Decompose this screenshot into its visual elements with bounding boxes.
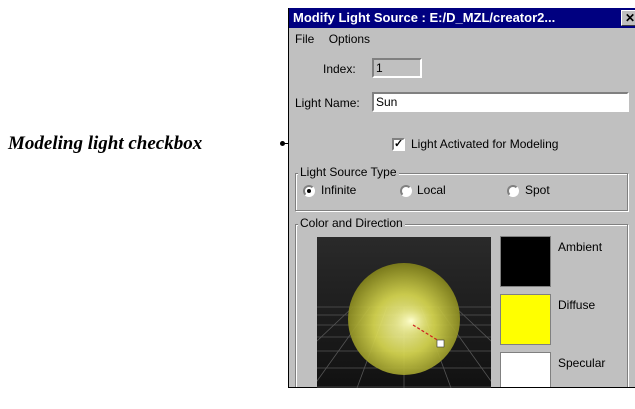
color-direction-title: Color and Direction	[298, 216, 405, 230]
radio-infinite[interactable]	[303, 185, 315, 197]
light-direction-handle[interactable]	[436, 339, 445, 348]
diffuse-swatch[interactable]	[500, 294, 551, 345]
light-activated-label[interactable]: Light Activated for Modeling	[411, 137, 558, 151]
index-field: 1	[372, 58, 422, 78]
light-direction-preview[interactable]	[317, 237, 491, 388]
menu-options[interactable]: Options	[324, 29, 375, 49]
menu-bar: File Options	[289, 29, 635, 49]
specular-label: Specular	[558, 356, 606, 370]
radio-local-label[interactable]: Local	[417, 183, 446, 197]
light-source-type-title: Light Source Type	[298, 165, 399, 179]
menu-file[interactable]: File	[290, 29, 319, 49]
diffuse-label: Diffuse	[558, 298, 596, 312]
close-button[interactable]: ✕	[621, 10, 635, 26]
title-bar[interactable]: Modify Light Source : E:/D_MZL/creator2.…	[289, 8, 635, 28]
index-label: Index:	[323, 62, 356, 76]
light-activated-checkbox[interactable]: ✓	[392, 138, 405, 151]
radio-local[interactable]	[400, 185, 412, 197]
ambient-swatch[interactable]	[500, 236, 551, 287]
light-name-label: Light Name:	[295, 96, 360, 110]
callout-label: Modeling light checkbox	[8, 133, 203, 154]
window-title: Modify Light Source : E:/D_MZL/creator2.…	[293, 10, 556, 25]
radio-infinite-label[interactable]: Infinite	[321, 183, 356, 197]
radio-spot-label[interactable]: Spot	[525, 183, 550, 197]
ambient-label: Ambient	[558, 240, 603, 254]
specular-swatch[interactable]	[500, 352, 551, 387]
light-name-input[interactable]: Sun	[372, 92, 629, 112]
radio-spot[interactable]	[507, 185, 519, 197]
